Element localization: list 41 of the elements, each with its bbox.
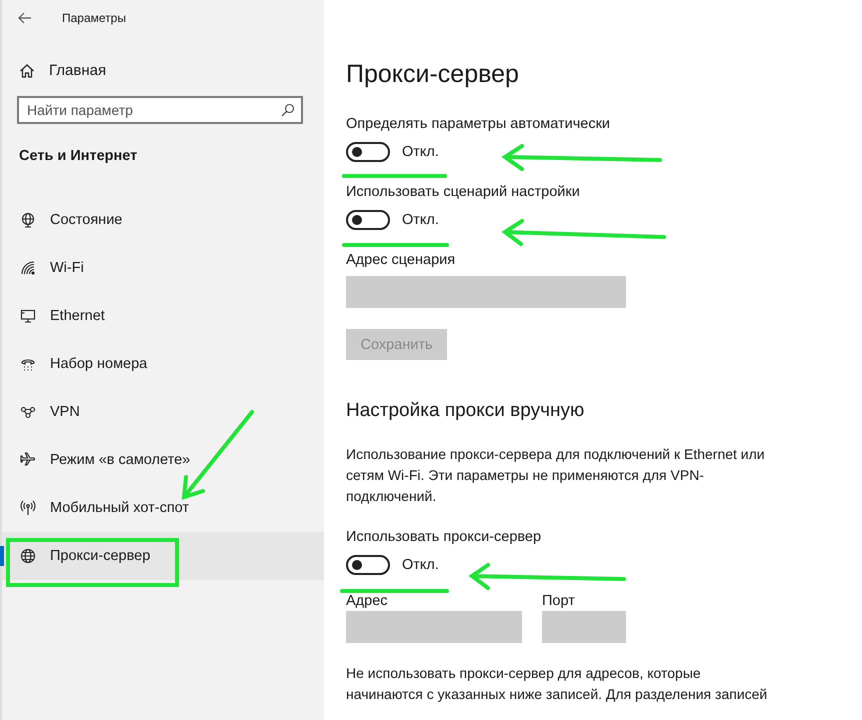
globe-icon: [20, 548, 36, 564]
input-field[interactable]: [542, 611, 626, 643]
field-label: Порт: [542, 593, 576, 611]
sidebar-item[interactable]: Wi-Fi: [2, 244, 324, 292]
sidebar-item[interactable]: Прокси-сервер: [2, 532, 324, 580]
input-field[interactable]: [346, 276, 626, 308]
monitor-icon: [20, 308, 36, 324]
toggle-switch[interactable]: [346, 555, 390, 575]
field-label: Адрес сценария: [346, 252, 456, 268]
search-icon: [281, 103, 295, 117]
home-link[interactable]: Главная: [19, 62, 106, 79]
sidebar-item[interactable]: VPN: [2, 388, 324, 436]
toggle-state: Откл.: [402, 557, 439, 573]
airplane-icon: [20, 452, 36, 468]
setting-label: Использовать прокси-сервер: [346, 529, 542, 545]
sidebar-item[interactable]: Мобильный хот-спот: [2, 484, 324, 532]
section-heading: Сеть и Интернет: [19, 148, 138, 164]
window-title: Параметры: [62, 11, 126, 25]
toggle-state: Откл.: [402, 212, 439, 228]
description-text: Использование прокси-сервера для подключений к Ethernet или сетям Wi-Fi. Эти параметры не применяются для VPN-подключений.: [346, 445, 766, 506]
network-globe-icon: [20, 212, 36, 228]
hotspot-icon: [20, 500, 36, 516]
toggle-switch[interactable]: [346, 210, 390, 230]
setting-label: Определять параметры автоматически: [346, 116, 612, 132]
sidebar-item[interactable]: Набор номера: [2, 340, 324, 388]
search-field[interactable]: Найти параметр: [17, 96, 303, 124]
description-text: Не использовать прокси-сервер для адресов, которые начинаются с указанных ниже записей. Для разделения записей: [346, 664, 768, 704]
field-label: Адрес: [346, 593, 389, 611]
wifi-icon: [20, 260, 36, 276]
page-title: Прокси-сервер: [346, 60, 520, 89]
sidebar-item[interactable]: Состояние: [2, 196, 324, 244]
setting-label: Использовать сценарий настройки: [346, 184, 581, 200]
home-icon: [19, 62, 35, 78]
back-arrow-icon[interactable]: [18, 12, 32, 24]
input-field[interactable]: [346, 611, 522, 643]
toggle-state: Откл.: [402, 144, 439, 160]
toggle-switch[interactable]: [346, 142, 390, 162]
vpn-icon: [20, 404, 36, 420]
sidebar-item[interactable]: Ethernet: [2, 292, 324, 340]
section-heading: Настройка прокси вручную: [346, 400, 586, 422]
sidebar-item[interactable]: Режим «в самолете»: [2, 436, 324, 484]
